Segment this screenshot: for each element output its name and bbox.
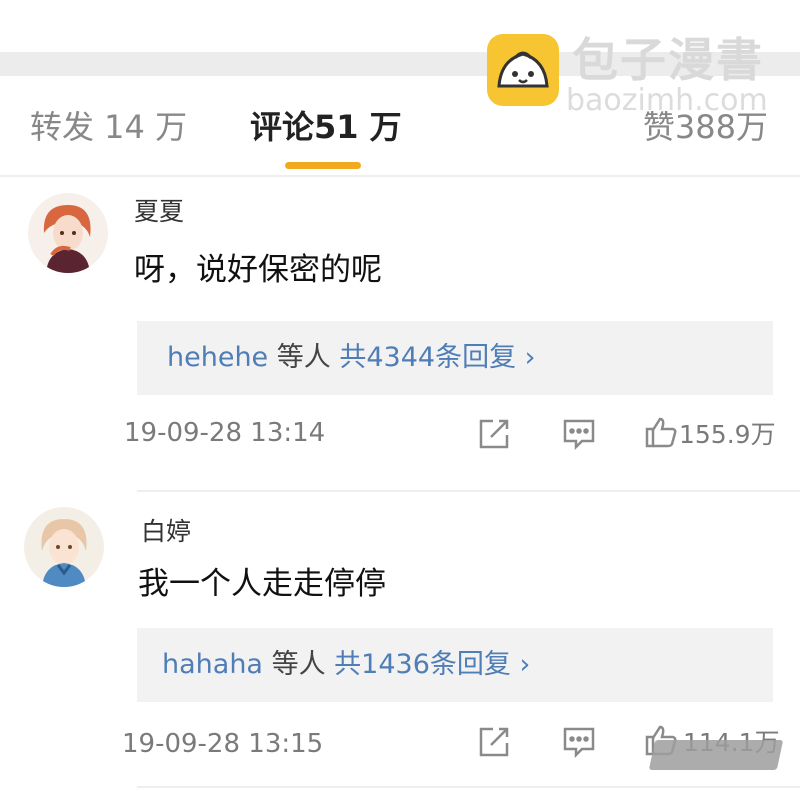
tab-forward[interactable]: 转发 14 万 bbox=[30, 106, 187, 148]
baozi-logo-icon bbox=[487, 34, 559, 106]
comment-timestamp: 19-09-28 13:14 bbox=[124, 418, 326, 448]
comment-divider bbox=[137, 490, 800, 492]
watermark-stamp bbox=[648, 740, 784, 770]
avatar[interactable] bbox=[24, 507, 104, 587]
replies-line: hehehe 等人 共4344条回复 › bbox=[167, 339, 535, 377]
comment-username[interactable]: 夏夏 bbox=[134, 196, 184, 228]
replies-summary[interactable]: hehehe 等人 共4344条回复 › bbox=[137, 321, 773, 395]
like-count: 155.9万 bbox=[679, 420, 776, 449]
tab-comments[interactable]: 评论51 万 bbox=[250, 106, 402, 148]
avatar[interactable] bbox=[28, 193, 108, 273]
share-icon[interactable] bbox=[477, 417, 511, 451]
comment-text: 我一个人走走停停 bbox=[138, 566, 386, 602]
comment-timestamp: 19-09-28 13:15 bbox=[122, 729, 324, 759]
share-icon[interactable] bbox=[477, 725, 511, 759]
reply-username[interactable]: hahaha bbox=[162, 649, 263, 680]
reply-others: 等人 bbox=[271, 649, 326, 680]
chevron-right-icon: › bbox=[519, 649, 531, 680]
reply-icon[interactable] bbox=[562, 417, 596, 451]
reply-total-link[interactable]: 共1436条回复 bbox=[334, 649, 511, 680]
thumbs-up-icon[interactable] bbox=[644, 415, 678, 449]
reply-others: 等人 bbox=[276, 342, 331, 373]
comment-text: 呀，说好保密的呢 bbox=[134, 252, 382, 288]
reply-username[interactable]: hehehe bbox=[167, 342, 268, 373]
tabs-divider bbox=[0, 175, 800, 177]
replies-summary[interactable]: hahaha 等人 共1436条回复 › bbox=[137, 628, 773, 702]
replies-line: hahaha 等人 共1436条回复 › bbox=[162, 646, 530, 684]
reply-icon[interactable] bbox=[562, 725, 596, 759]
brand-name: 包子漫書 bbox=[572, 33, 764, 87]
reply-total-link[interactable]: 共4344条回复 bbox=[339, 342, 516, 373]
comment-divider bbox=[137, 786, 800, 788]
active-tab-indicator bbox=[285, 162, 361, 169]
comment-username[interactable]: 白婷 bbox=[141, 516, 191, 548]
chevron-right-icon: › bbox=[524, 342, 536, 373]
tab-likes[interactable]: 赞388万 bbox=[643, 106, 768, 148]
